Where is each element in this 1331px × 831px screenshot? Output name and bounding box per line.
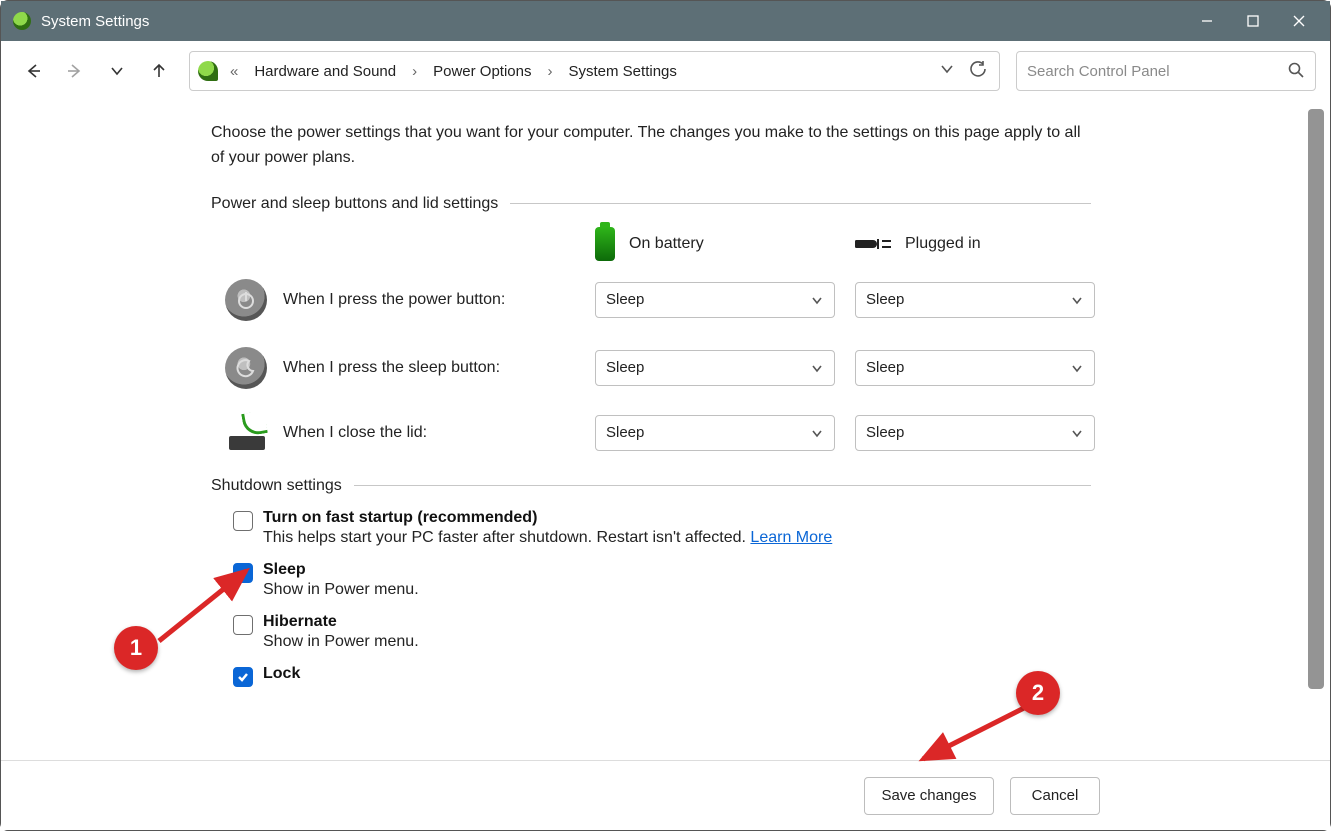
search-box[interactable]	[1016, 51, 1316, 91]
sleep-battery-select[interactable]: Sleep	[595, 350, 835, 386]
lid-plugged-select[interactable]: Sleep	[855, 415, 1095, 451]
control-panel-icon	[198, 61, 218, 81]
annotation-marker-1: 1	[114, 626, 158, 670]
minimize-button[interactable]	[1184, 1, 1230, 41]
address-dropdown[interactable]	[939, 61, 955, 81]
col-plugged-label: Plugged in	[905, 235, 981, 253]
row-label-text: When I press the sleep button:	[283, 359, 500, 377]
search-icon[interactable]	[1287, 61, 1305, 82]
up-button[interactable]	[141, 53, 177, 89]
select-value: Sleep	[606, 359, 644, 376]
select-value: Sleep	[606, 424, 644, 441]
checkbox-title: Turn on fast startup (recommended)	[263, 509, 832, 527]
maximize-button[interactable]	[1230, 1, 1276, 41]
chevron-right-icon: ›	[542, 63, 559, 80]
select-value: Sleep	[866, 359, 904, 376]
forward-button[interactable]	[57, 53, 93, 89]
checkbox-icon[interactable]	[233, 615, 253, 635]
checkbox-title: Hibernate	[263, 613, 419, 631]
setting-row-close-lid: When I close the lid: Sleep Sleep	[211, 415, 1091, 451]
power-icon	[225, 279, 267, 321]
checkbox-lock[interactable]: Lock	[233, 665, 1091, 687]
close-button[interactable]	[1276, 1, 1322, 41]
breadcrumb-overflow[interactable]: «	[224, 63, 244, 80]
checkbox-desc: Show in Power menu.	[263, 633, 419, 651]
power-plugged-select[interactable]: Sleep	[855, 282, 1095, 318]
checkbox-hibernate[interactable]: Hibernate Show in Power menu.	[233, 613, 1091, 651]
breadcrumb-item[interactable]: Hardware and Sound	[250, 61, 400, 82]
recent-button[interactable]	[99, 53, 135, 89]
refresh-button[interactable]	[969, 60, 987, 82]
section-label: Power and sleep buttons and lid settings	[211, 195, 498, 213]
page-description: Choose the power settings that you want …	[211, 121, 1091, 171]
breadcrumb-item[interactable]: System Settings	[565, 61, 681, 82]
search-input[interactable]	[1027, 63, 1287, 80]
checkbox-icon[interactable]	[233, 511, 253, 531]
chevron-right-icon: ›	[406, 63, 423, 80]
select-value: Sleep	[606, 291, 644, 308]
checkbox-sleep[interactable]: Sleep Show in Power menu.	[233, 561, 1091, 599]
setting-row-power-button: When I press the power button: Sleep Sle…	[211, 279, 1091, 321]
breadcrumb-item[interactable]: Power Options	[429, 61, 535, 82]
lid-icon	[225, 416, 267, 450]
toolbar: « Hardware and Sound › Power Options › S…	[1, 41, 1330, 101]
checkbox-title: Sleep	[263, 561, 419, 579]
breadcrumb-bar[interactable]: « Hardware and Sound › Power Options › S…	[189, 51, 1000, 91]
checkbox-title: Lock	[263, 665, 300, 683]
titlebar: System Settings	[1, 1, 1330, 41]
row-label-text: When I press the power button:	[283, 291, 505, 309]
checkbox-fast-startup[interactable]: Turn on fast startup (recommended) This …	[233, 509, 1091, 547]
checkbox-icon[interactable]	[233, 563, 253, 583]
checkbox-desc: This helps start your PC faster after sh…	[263, 529, 832, 547]
section-title-buttons: Power and sleep buttons and lid settings	[211, 195, 1091, 213]
battery-icon	[595, 227, 615, 261]
setting-row-sleep-button: When I press the sleep button: Sleep Sle…	[211, 347, 1091, 389]
section-label: Shutdown settings	[211, 477, 342, 495]
sleep-plugged-select[interactable]: Sleep	[855, 350, 1095, 386]
col-battery-label: On battery	[629, 235, 704, 253]
checkbox-icon[interactable]	[233, 667, 253, 687]
save-changes-button[interactable]: Save changes	[864, 777, 994, 815]
cancel-button[interactable]: Cancel	[1010, 777, 1100, 815]
annotation-marker-2: 2	[1016, 671, 1060, 715]
section-title-shutdown: Shutdown settings	[211, 477, 1091, 495]
row-label-text: When I close the lid:	[283, 424, 427, 442]
checkbox-desc: Show in Power menu.	[263, 581, 419, 599]
select-value: Sleep	[866, 291, 904, 308]
moon-icon	[225, 347, 267, 389]
window-title: System Settings	[41, 13, 149, 30]
lid-battery-select[interactable]: Sleep	[595, 415, 835, 451]
back-button[interactable]	[15, 53, 51, 89]
plug-icon	[855, 236, 891, 252]
power-battery-select[interactable]: Sleep	[595, 282, 835, 318]
learn-more-link[interactable]: Learn More	[750, 529, 832, 546]
footer: Save changes Cancel	[1, 760, 1330, 830]
content-area: Choose the power settings that you want …	[1, 101, 1330, 760]
select-value: Sleep	[866, 424, 904, 441]
app-icon	[13, 12, 31, 30]
